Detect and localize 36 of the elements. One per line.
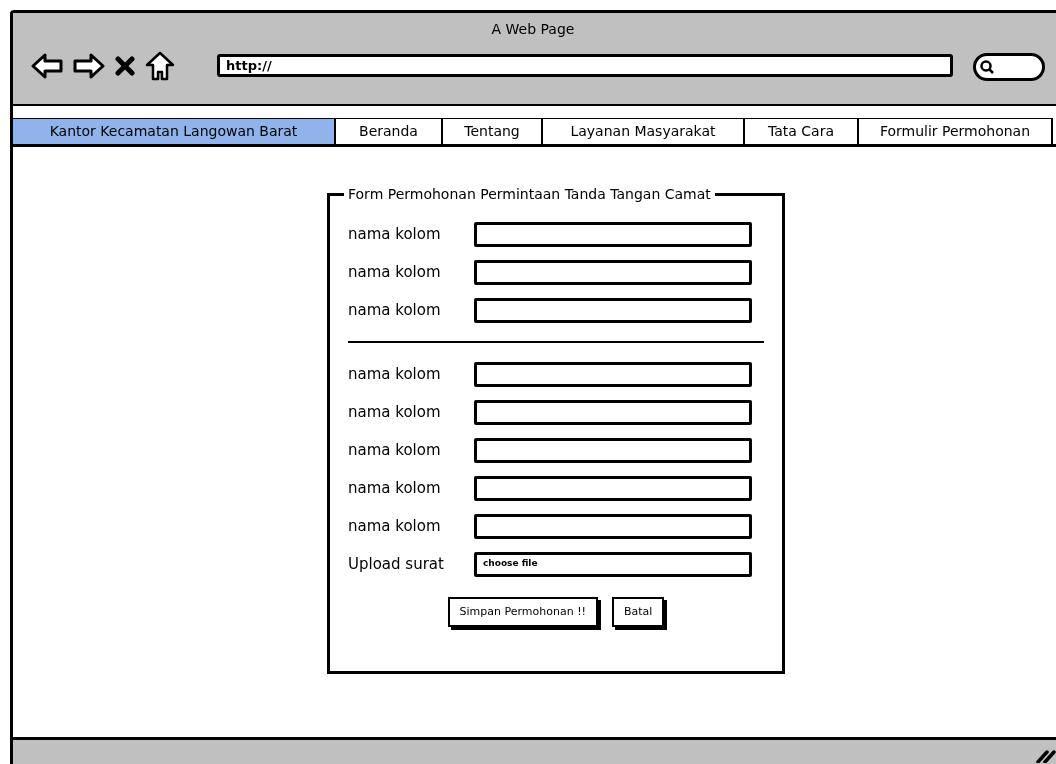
input-field[interactable]: [474, 297, 752, 323]
resize-grip-icon[interactable]: [1036, 749, 1056, 763]
nav-tab[interactable]: Layanan Masyarakat: [543, 118, 745, 144]
input-field[interactable]: [474, 221, 752, 247]
field-label: nama kolom: [348, 261, 442, 283]
search-field[interactable]: [973, 53, 1045, 81]
field-label: Upload surat: [348, 553, 445, 575]
form-button[interactable]: Batal: [612, 597, 665, 627]
forward-icon[interactable]: [73, 52, 105, 80]
address-bar[interactable]: http://: [217, 54, 953, 77]
window-title: A Web Page: [490, 20, 576, 39]
input-field[interactable]: [474, 259, 752, 285]
home-icon[interactable]: [145, 51, 175, 81]
input-field[interactable]: [474, 437, 752, 463]
nav-tab[interactable]: Formulir Permohonan: [859, 118, 1053, 144]
field-label: nama kolom: [348, 477, 442, 499]
nav-tab[interactable]: Beranda: [336, 118, 443, 144]
file-upload-field[interactable]: choose file: [474, 551, 752, 577]
back-icon[interactable]: [31, 52, 63, 80]
form-title: Form Permohonan Permintaan Tanda Tangan Camat: [347, 185, 712, 204]
form-button[interactable]: Simpan Permohonan !!: [447, 597, 598, 627]
field-label: nama kolom: [348, 439, 442, 461]
input-field[interactable]: [474, 361, 752, 387]
close-icon[interactable]: [115, 56, 135, 76]
search-icon: [980, 60, 994, 74]
field-label: nama kolom: [348, 401, 442, 423]
nav-tab[interactable]: Tata Cara: [745, 118, 859, 144]
input-field[interactable]: [474, 475, 752, 501]
input-field[interactable]: [474, 513, 752, 539]
input-field[interactable]: [474, 399, 752, 425]
nav-tab[interactable]: Kantor Kecamatan Langowan Barat: [13, 118, 336, 144]
field-label: nama kolom: [348, 299, 442, 321]
field-label: nama kolom: [348, 515, 442, 537]
field-label: nama kolom: [348, 363, 442, 385]
nav-tab[interactable]: Tentang: [443, 118, 543, 144]
field-label: nama kolom: [348, 223, 442, 245]
